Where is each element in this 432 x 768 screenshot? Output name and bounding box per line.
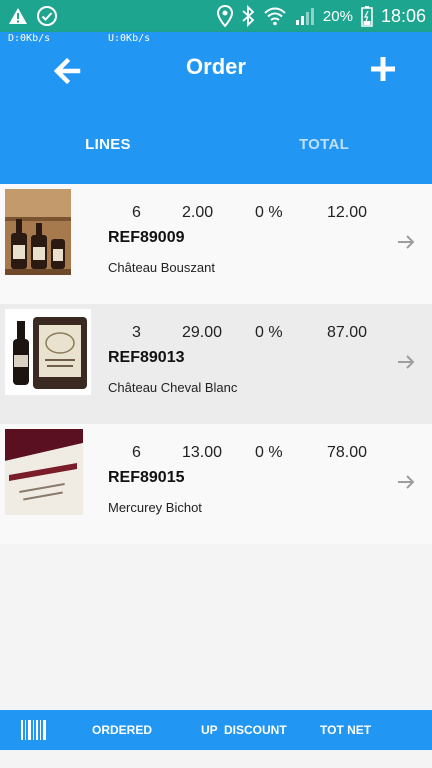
line-discount: 0 % [255,204,283,221]
tab-total[interactable]: TOTAL [216,136,432,153]
line-quantity: 6 [132,444,141,461]
product-image [5,429,83,515]
line-unit-price: 29.00 [182,324,223,341]
app-bar: D:0Kb/s U:0Kb/s Order LINES TOTAL [0,32,432,184]
barcode-icon[interactable] [20,718,48,742]
line-discount: 0 % [255,444,283,461]
order-line-row[interactable]: 6 13.00 0 % 78.00 REF89015 Mercurey Bich… [0,424,432,544]
product-image [5,189,71,275]
order-lines-list: 6 2.00 0 % 12.00 REF89009 Château Bousza… [0,184,432,544]
product-name: Château Bouszant [108,260,215,275]
line-total: 87.00 [326,324,367,341]
clock: 18:06 [380,5,426,26]
plus-icon [371,57,395,81]
product-reference: REF89013 [108,349,185,366]
line-unit-price: 2.00 [182,204,214,221]
battery-icon [361,6,373,27]
product-name: Mercurey Bichot [108,500,202,515]
check-circle-icon [37,6,57,26]
add-line-button[interactable] [368,54,398,84]
product-image [5,309,91,395]
upload-speed: U:0Kb/s [108,33,151,44]
line-total: 12.00 [326,204,367,221]
line-quantity: 6 [132,204,141,221]
line-unit-price: 13.00 [182,444,223,461]
tab-lines[interactable]: LINES [0,136,216,153]
network-speed: D:0Kb/s U:0Kb/s [0,32,432,46]
column-ordered: ORDERED [92,723,153,737]
line-discount: 0 % [255,324,283,341]
product-name: Château Cheval Blanc [108,380,238,395]
order-line-row[interactable]: 6 2.00 0 % 12.00 REF89009 Château Bousza… [0,184,432,304]
status-bar: 20% 18:06 [0,0,432,32]
download-speed: D:0Kb/s [8,33,51,44]
wifi-icon [264,7,286,26]
arrow-right-icon[interactable] [396,354,416,370]
line-quantity: 3 [132,324,141,341]
product-reference: REF89015 [108,469,185,486]
location-icon [216,5,233,27]
column-up: UP [201,723,218,737]
line-total: 78.00 [326,444,367,461]
warning-icon [9,8,27,24]
product-reference: REF89009 [108,229,185,246]
column-header-bar: ORDERED UP DISCOUNT TOT NET [0,710,432,750]
arrow-right-icon[interactable] [396,234,416,250]
bluetooth-icon [242,5,255,27]
order-line-row[interactable]: 3 29.00 0 % 87.00 REF89013 Château Cheva… [0,304,432,424]
battery-percent: 20% [322,7,353,25]
arrow-right-icon[interactable] [396,474,416,490]
column-discount: DISCOUNT [224,723,287,737]
signal-icon [295,8,314,25]
column-tot-net: TOT NET [320,723,372,737]
